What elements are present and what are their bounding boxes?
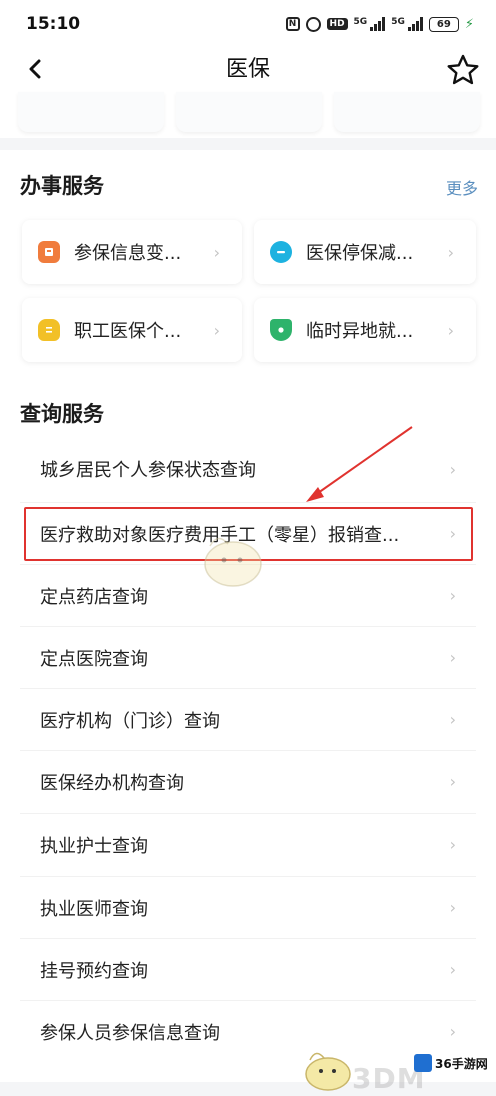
- chevron-right-icon: ›: [449, 898, 456, 917]
- query-item-medical-institution[interactable]: 医疗机构（门诊）查询 ›: [20, 688, 476, 750]
- query-item-agency[interactable]: 医保经办机构查询 ›: [20, 750, 476, 812]
- service-label: 医保停保减...: [306, 243, 414, 264]
- previous-card-2[interactable]: [176, 92, 322, 132]
- previous-section-cards: [0, 92, 496, 138]
- service-label: 参保信息变...: [74, 243, 182, 264]
- alarm-icon: [305, 16, 321, 32]
- money-bag-icon: [38, 319, 60, 341]
- status-bar: 15:10 N HD 5G 5G 69 ⚡: [0, 0, 496, 48]
- chevron-right-icon: ›: [449, 960, 456, 979]
- business-services-title: 办事服务: [20, 174, 104, 198]
- network-type-2: 5G: [391, 16, 405, 27]
- chevron-right-icon: ›: [449, 586, 456, 605]
- query-label: 执业医师查询: [40, 898, 148, 920]
- service-label: 临时异地就...: [306, 321, 414, 342]
- mascot-logo-icon: [305, 1052, 351, 1091]
- query-label: 挂号预约查询: [40, 960, 148, 982]
- service-tile-insurance-suspend[interactable]: 医保停保减... ›: [254, 220, 476, 284]
- site-watermark: 36手游网: [414, 1052, 490, 1074]
- signal-icon: [370, 17, 386, 31]
- nfc-icon: N: [285, 17, 300, 31]
- query-label: 城乡居民个人参保状态查询: [40, 460, 256, 481]
- chevron-right-icon: ›: [449, 710, 456, 729]
- query-label: 定点医院查询: [40, 648, 148, 670]
- query-item-licensed-physician[interactable]: 执业医师查询 ›: [20, 876, 476, 938]
- previous-card-1[interactable]: [18, 92, 164, 132]
- query-label: 执业护士查询: [40, 835, 148, 857]
- status-icons: N HD 5G 5G 69 ⚡: [285, 16, 474, 32]
- signal-icon-2: [407, 17, 423, 31]
- query-label: 参保人员参保信息查询: [40, 1022, 220, 1044]
- minus-circle-icon: [270, 241, 292, 263]
- shield-icon: [270, 319, 292, 341]
- query-item-insured-info[interactable]: 参保人员参保信息查询 ›: [20, 1000, 476, 1062]
- more-link[interactable]: 更多: [446, 175, 478, 199]
- query-services-title: 查询服务: [20, 402, 104, 426]
- service-tile-employee-personal-account[interactable]: 职工医保个... ›: [22, 298, 242, 362]
- chevron-right-icon: ›: [449, 1022, 456, 1041]
- chevron-right-icon: ›: [449, 835, 456, 854]
- chevron-right-icon: ›: [213, 242, 220, 262]
- service-tile-insurance-info-change[interactable]: 参保信息变... ›: [22, 220, 242, 284]
- favorite-button[interactable]: [444, 51, 482, 89]
- chevron-right-icon: ›: [449, 459, 456, 479]
- chevron-right-icon: ›: [213, 320, 220, 340]
- charging-icon: ⚡: [464, 16, 474, 32]
- query-item-designated-hospital[interactable]: 定点医院查询 ›: [20, 626, 476, 688]
- query-item-appointment[interactable]: 挂号预约查询 ›: [20, 938, 476, 1000]
- previous-card-3[interactable]: [334, 92, 480, 132]
- battery-icon: 69: [428, 16, 459, 32]
- chevron-right-icon: ›: [447, 242, 454, 262]
- service-tile-temporary-offsite[interactable]: 临时异地就... ›: [254, 298, 476, 362]
- chevron-right-icon: ›: [449, 648, 456, 667]
- star-outline-icon: [447, 54, 479, 85]
- mascot-watermark-icon: [204, 537, 262, 587]
- navigation-bar: 医保: [0, 48, 496, 92]
- query-item-licensed-nurse[interactable]: 执业护士查询 ›: [20, 813, 476, 875]
- service-label: 职工医保个...: [74, 321, 182, 342]
- chevron-right-icon: ›: [447, 320, 454, 340]
- query-label: 定点药店查询: [40, 586, 148, 608]
- site-logo-icon: [414, 1054, 432, 1072]
- query-label: 医保经办机构查询: [40, 772, 184, 794]
- query-item-resident-status[interactable]: 城乡居民个人参保状态查询 ›: [20, 438, 476, 500]
- page-title: 医保: [225, 57, 270, 82]
- business-services-section: 办事服务 更多 参保信息变... › 医保停保减... › 职工医保个... ›…: [0, 150, 496, 382]
- network-type-1: 5G: [353, 16, 368, 27]
- id-card-icon: [38, 241, 60, 263]
- query-label: 医疗机构（门诊）查询: [40, 710, 220, 732]
- site-watermark-text: 36手游网: [435, 1056, 488, 1071]
- status-time: 15:10: [26, 14, 81, 34]
- chevron-right-icon: ›: [449, 772, 456, 791]
- hd-icon: HD: [326, 18, 348, 30]
